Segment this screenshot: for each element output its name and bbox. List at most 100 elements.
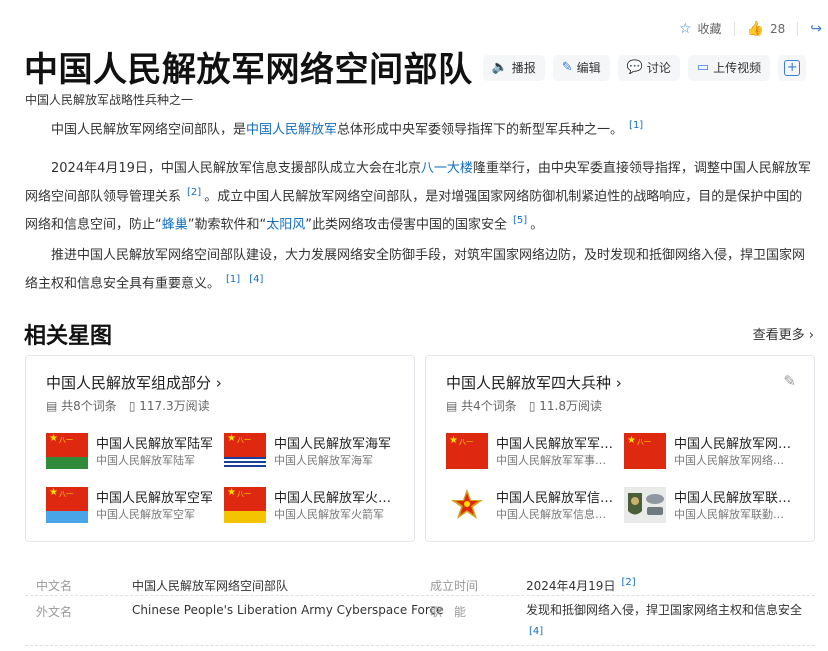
collect-button[interactable]: 收藏	[698, 20, 722, 37]
title-row: 中国人民解放军网络空间部队 🔈 播报 ✎ 编辑 💬 讨论 ▭ 上传视频 +	[24, 42, 807, 91]
english-name-label: 外文名	[36, 605, 73, 619]
divider	[797, 21, 799, 36]
discuss-label: 讨论	[646, 61, 671, 75]
link-bayi-building[interactable]: 八一大楼	[421, 161, 473, 176]
item-title: 中国人民解放军空军	[96, 491, 214, 506]
starmap-item[interactable]: ★ 八一 中国人民解放军火箭军 中国人民解放军火箭军	[224, 487, 394, 523]
starmap-card[interactable]: 中国人民解放军组成部分 › ▤ 共8个词条 ▯ 117.3万阅读 ★ 八一 中国人…	[25, 355, 415, 542]
card-meta: ▤ 共8个词条 ▯ 117.3万阅读	[46, 397, 210, 414]
broadcast-label: 播报	[511, 61, 536, 75]
read-count: ▯ 11.8万阅读	[529, 397, 602, 414]
item-title: 中国人民解放军信息支援部队	[496, 491, 614, 506]
edit-button[interactable]: ✎ 编辑	[552, 54, 610, 81]
item-subtitle: 中国人民解放军联勤保障部队	[674, 508, 792, 521]
chevron-right-icon: ›	[808, 328, 814, 343]
discuss-button[interactable]: 💬 讨论	[617, 54, 680, 81]
page-subtitle: 中国人民解放军战略性兵种之一	[25, 93, 194, 107]
card-title-text: 中国人民解放军组成部分	[46, 374, 212, 392]
video-camera-icon: ▭	[696, 60, 710, 75]
pencil-icon[interactable]: ✎	[783, 372, 796, 390]
reference-link[interactable]: [4]	[249, 274, 263, 285]
logistics-badge-image	[624, 487, 666, 523]
starmap-item[interactable]: 中国人民解放军信息支援部队 中国人民解放军信息支援部队	[446, 487, 616, 523]
broadcast-button[interactable]: 🔈 播报	[482, 54, 545, 81]
link-solarwinds[interactable]: 太阳风	[266, 218, 305, 233]
summary-paragraph-3: 推进中国人民解放军网络空间部队建设，大力发展网络安全防御手段，对筑牢国家网络边防…	[25, 244, 815, 296]
chevron-right-icon: ›	[215, 374, 222, 392]
army-flag-image: ★ 八一	[46, 433, 88, 469]
function-value: 发现和抵御网络入侵，捍卫国家网络主权和信息安全 [4]	[526, 599, 811, 646]
pencil-icon: ✎	[561, 60, 573, 75]
item-subtitle: 中国人民解放军军事航天部队	[496, 454, 614, 467]
english-name-value: Chinese People's Liberation Army Cybersp…	[132, 603, 444, 617]
read-count-text: 11.8万阅读	[539, 399, 602, 413]
item-title: 中国人民解放军火箭军	[274, 491, 392, 506]
text: ”此类网络攻击侵害中国的国家安全	[305, 217, 508, 233]
see-more-link[interactable]: 查看更多 ›	[753, 324, 814, 343]
reference-link[interactable]: [1]	[226, 274, 240, 285]
thumbs-up-icon[interactable]: 👍	[747, 21, 764, 37]
card-title[interactable]: 中国人民解放军组成部分 ›	[46, 372, 222, 393]
starmap-card[interactable]: 中国人民解放军四大兵种 › ✎ ▤ 共4个词条 ▯ 11.8万阅读 ★ 八一 中国…	[425, 355, 815, 542]
item-title: 中国人民解放军陆军	[96, 437, 214, 452]
pla-flag-image: ★ 八一	[624, 433, 666, 469]
reference-link[interactable]: [2]	[187, 187, 201, 198]
info-row: 中文名 中国人民解放军网络空间部队 成立时间 2024年4月19日 [2]	[25, 570, 815, 596]
text: 总体形成中央军委领导指挥下的新型军兵种之一。	[337, 122, 624, 138]
rocket-force-flag-image: ★ 八一	[224, 487, 266, 523]
starmap-item[interactable]: ★八一 中国人民解放军网络空间部队 中国人民解放军网络空间部队	[624, 433, 794, 469]
reference-link[interactable]: [2]	[621, 577, 635, 588]
item-subtitle: 中国人民解放军陆军	[96, 454, 195, 467]
speaker-icon: 🔈	[491, 60, 508, 75]
chinese-name-label: 中文名	[36, 579, 73, 593]
card-title-text: 中国人民解放军四大兵种	[446, 374, 612, 392]
list-icon: ▤	[446, 399, 458, 413]
function-text: 发现和抵御网络入侵，捍卫国家网络主权和信息安全	[526, 603, 803, 617]
starmap-item[interactable]: ★ 八一 中国人民解放军空军 中国人民解放军空军	[46, 487, 216, 523]
starmap-item[interactable]: 中国人民解放军联勤保障部队 中国人民解放军联勤保障部队	[624, 487, 794, 523]
pla-emblem-image	[446, 487, 488, 523]
basic-info-box: 中文名 中国人民解放军网络空间部队 成立时间 2024年4月19日 [2] 外文名…	[25, 570, 815, 646]
entry-count: ▤ 共8个词条	[46, 397, 117, 414]
entry-count-text: 共8个词条	[61, 399, 117, 413]
text: 。	[530, 217, 544, 233]
link-pla[interactable]: 中国人民解放军	[246, 122, 337, 137]
air-force-flag-image: ★ 八一	[46, 487, 88, 523]
item-title: 中国人民解放军网络空间部队	[674, 437, 792, 452]
pla-flag-image: ★ 八一	[446, 433, 488, 469]
entry-count-text: 共4个词条	[461, 399, 517, 413]
item-subtitle: 中国人民解放军海军	[274, 454, 373, 467]
add-button[interactable]: +	[778, 54, 807, 81]
star-icon[interactable]: ☆	[679, 21, 692, 37]
item-title: 中国人民解放军海军	[274, 437, 392, 452]
navy-flag-image: ★ 八一	[224, 433, 266, 469]
upload-video-button[interactable]: ▭ 上传视频	[687, 54, 771, 81]
founded-label: 成立时间	[430, 579, 479, 593]
starmap-item[interactable]: ★ 八一 中国人民解放军陆军 中国人民解放军陆军	[46, 433, 216, 469]
reference-link[interactable]: [4]	[529, 626, 543, 637]
founded-date: 2024年4月19日	[526, 579, 616, 593]
list-icon: ▤	[46, 399, 58, 413]
book-icon: ▯	[528, 399, 536, 413]
text: 2024年4月19日，中国人民解放军信息支援部队成立大会在北京	[51, 161, 421, 176]
function-label: 职 能	[430, 605, 467, 619]
reference-link[interactable]: [5]	[513, 215, 527, 226]
text: 中国人民解放军网络空间部队，是	[51, 122, 247, 138]
starmap-item[interactable]: ★ 八一 中国人民解放军海军 中国人民解放军海军	[224, 433, 394, 469]
entry-count: ▤ 共4个词条	[446, 397, 517, 414]
link-hive[interactable]: 蜂巢	[162, 218, 188, 233]
item-subtitle: 中国人民解放军信息支援部队	[496, 508, 614, 521]
founded-value: 2024年4月19日 [2]	[526, 577, 639, 594]
page-title: 中国人民解放军网络空间部队	[24, 50, 473, 90]
share-icon[interactable]: ↪	[810, 21, 822, 37]
chevron-right-icon: ›	[615, 374, 622, 392]
item-subtitle: 中国人民解放军空军	[96, 508, 195, 521]
starmap-item[interactable]: ★八一 中国人民解放军军事航天部队 中国人民解放军军事航天部队	[446, 433, 616, 469]
chinese-name-value: 中国人民解放军网络空间部队	[132, 579, 289, 593]
edit-label: 编辑	[576, 61, 601, 75]
item-subtitle: 中国人民解放军火箭军	[274, 508, 384, 521]
info-row: 外文名 Chinese People's Liberation Army Cyb…	[25, 596, 815, 646]
reference-link[interactable]: [1]	[629, 120, 643, 131]
card-title[interactable]: 中国人民解放军四大兵种 ›	[446, 372, 622, 393]
plus-icon: +	[784, 59, 801, 76]
